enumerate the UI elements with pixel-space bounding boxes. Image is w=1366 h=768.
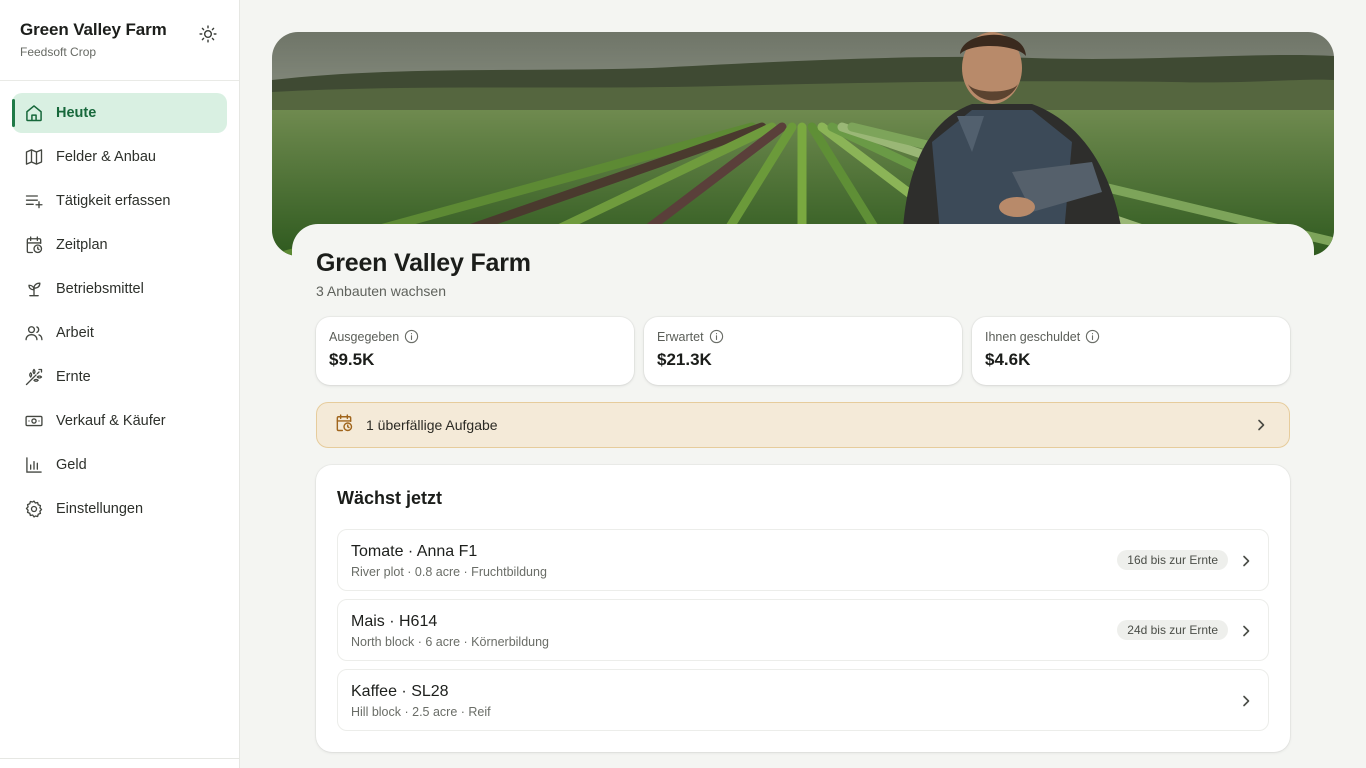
home-icon [24,103,44,123]
sidebar: Green Valley Farm Feedsoft Crop Heute Fe… [0,0,240,768]
crop-row[interactable]: Tomate · Anna F1 River plot · 0.8 acre ·… [337,529,1269,591]
sidebar-item-einstellungen[interactable]: Einstellungen [12,489,227,529]
overdue-task-alert[interactable]: 1 überfällige Aufgabe [316,402,1290,448]
stat-value: $21.3K [657,350,712,369]
theme-toggle-button[interactable] [197,23,219,45]
stat-label-row: Erwartet [657,329,949,344]
sidebar-item-label: Tätigkeit erfassen [56,193,171,209]
calendar-clock-icon [334,413,354,438]
stat-label: Ausgegeben [329,329,400,344]
sidebar-item-label: Verkauf & Käufer [56,413,166,429]
crop-meta: Hill block · 2.5 acre · Reif [351,705,491,719]
sidebar-item-heute[interactable]: Heute [12,93,227,133]
sidebar-item-zeitplan[interactable]: Zeitplan [12,225,227,265]
sidebar-item-label: Arbeit [56,325,94,341]
sidebar-item-betriebsmittel[interactable]: Betriebsmittel [12,269,227,309]
chevron-right-icon [1238,693,1254,714]
sidebar-item-verkauf-kaeufer[interactable]: Verkauf & Käufer [12,401,227,441]
users-icon [24,323,44,343]
bar-chart-icon [24,455,44,475]
chevron-right-icon [1238,553,1254,574]
sidebar-item-ernte[interactable]: Ernte [12,357,227,397]
section-title: Wächst jetzt [337,488,443,508]
list-plus-icon [24,191,44,211]
stat-card-ausgegeben: Ausgegeben $9.5K [316,317,634,385]
growing-now-panel: Wächst jetzt Tomate · Anna F1 River plot… [316,465,1290,752]
page-subtitle: 3 Anbauten wachsen [316,283,446,299]
sidebar-item-label: Betriebsmittel [56,281,144,297]
brand-header: Green Valley Farm Feedsoft Crop [0,0,239,81]
harvest-countdown-badge: 24d bis zur Ernte [1117,620,1228,640]
gear-icon [24,499,44,519]
sidebar-divider [0,758,239,759]
crop-name: Kaffee · SL28 [351,683,449,700]
sprout-icon [24,279,44,299]
crop-name: Mais · H614 [351,613,438,630]
brand-subtitle: Feedsoft Crop [20,45,97,59]
stat-label: Ihnen geschuldet [985,329,1081,344]
sidebar-item-arbeit[interactable]: Arbeit [12,313,227,353]
stat-value: $9.5K [329,350,375,369]
page-title: Green Valley Farm [316,249,531,277]
map-icon [24,147,44,167]
banknote-icon [24,411,44,431]
alert-text: 1 überfällige Aufgabe [366,417,498,433]
stat-label: Erwartet [657,329,704,344]
sidebar-item-label: Felder & Anbau [56,149,156,165]
harvest-countdown-badge: 16d bis zur Ernte [1117,550,1228,570]
sidebar-item-taetigkeit-erfassen[interactable]: Tätigkeit erfassen [12,181,227,221]
info-icon[interactable] [404,329,419,344]
sidebar-item-geld[interactable]: Geld [12,445,227,485]
stat-label-row: Ausgegeben [329,329,621,344]
stat-card-ihnen-geschuldet: Ihnen geschuldet $4.6K [972,317,1290,385]
crop-meta: North block · 6 acre · Körnerbildung [351,635,550,649]
stat-card-erwartet: Erwartet $21.3K [644,317,962,385]
sidebar-item-label: Einstellungen [56,501,144,517]
sidebar-nav: Heute Felder & Anbau Tätigkeit erfassen … [0,81,239,529]
sun-icon [199,25,217,43]
info-icon[interactable] [709,329,724,344]
info-icon[interactable] [1085,329,1100,344]
sidebar-item-felder-anbau[interactable]: Felder & Anbau [12,137,227,177]
sidebar-item-label: Zeitplan [56,237,108,253]
crop-row[interactable]: Kaffee · SL28 Hill block · 2.5 acre · Re… [337,669,1269,731]
chevron-right-icon [1253,417,1269,438]
sidebar-item-label: Heute [56,105,97,121]
stat-value: $4.6K [985,350,1031,369]
crop-name: Tomate · Anna F1 [351,543,478,560]
wheat-icon [24,367,44,387]
stat-label-row: Ihnen geschuldet [985,329,1277,344]
chevron-right-icon [1238,623,1254,644]
crop-meta: River plot · 0.8 acre · Fruchtbildung [351,565,547,579]
brand-title: Green Valley Farm [20,20,167,39]
hero-farm-image [272,32,1334,256]
sidebar-item-label: Geld [56,457,87,473]
calendar-clock-icon [24,235,44,255]
crop-row[interactable]: Mais · H614 North block · 6 acre · Körne… [337,599,1269,661]
sidebar-item-label: Ernte [56,369,91,385]
